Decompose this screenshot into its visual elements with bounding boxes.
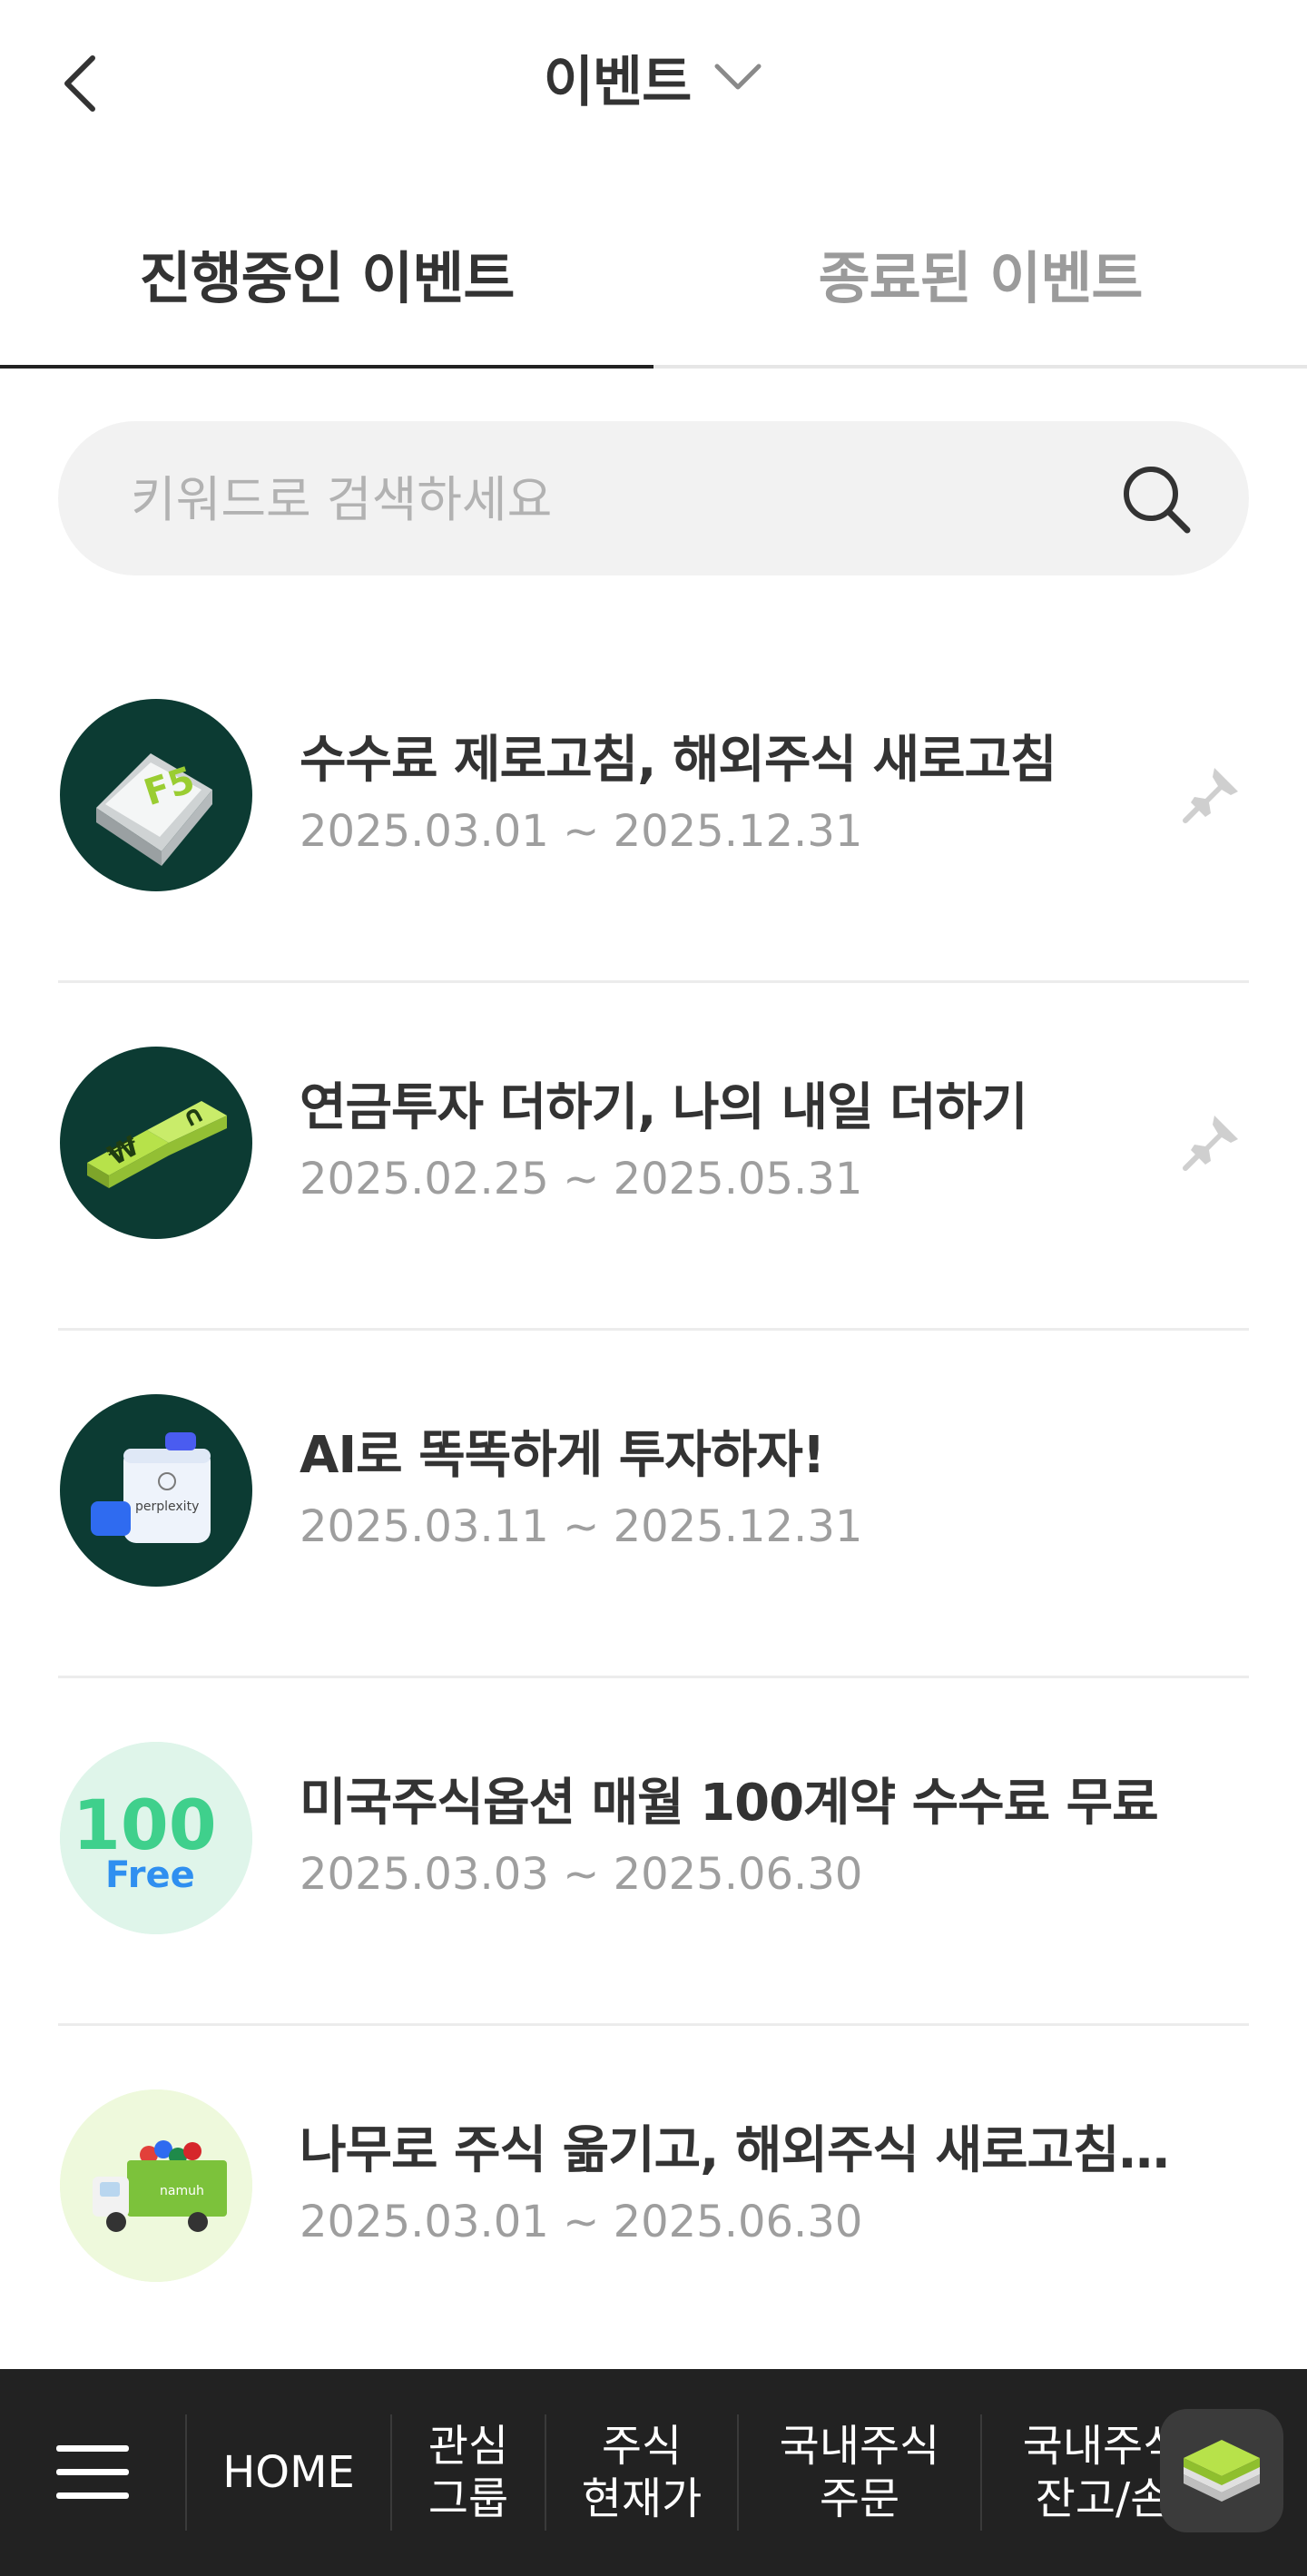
menu-button[interactable] [0, 2369, 185, 2576]
tab-ended-events[interactable]: 종료된 이벤트 [654, 182, 1307, 365]
nav-item-domestic-order[interactable]: 국내주식 주문 [739, 2369, 980, 2576]
event-thumbnail: ₩ ∩ [60, 1047, 252, 1239]
search-button[interactable] [1118, 461, 1194, 537]
event-title: 미국주식옵션 매월 100계약 수수료 무료 [300, 1774, 1159, 1833]
nav-item-watchlist[interactable]: 관심 그룹 [392, 2369, 545, 2576]
event-thumbnail: namuh [60, 2089, 252, 2282]
event-date: 2025.03.01 ~ 2025.06.30 [300, 2197, 863, 2247]
list-item[interactable]: ₩ ∩ 연금투자 더하기, 나의 내일 더하기 2025.02.25 ~ 202… [58, 983, 1249, 1331]
nav-item-home[interactable]: HOME [187, 2369, 390, 2576]
pin-icon [1183, 768, 1238, 823]
f5-key-icon: F5 [96, 753, 212, 866]
svg-text:100: 100 [73, 1785, 217, 1865]
event-title: AI로 똑똑하게 투자하자! [300, 1426, 825, 1485]
hamburger-icon [56, 2445, 129, 2499]
pin-button[interactable] [1180, 762, 1243, 826]
list-item[interactable]: perplexity AI로 똑똑하게 투자하자! 2025.03.11 ~ 2… [58, 1331, 1249, 1678]
svg-text:namuh: namuh [160, 2184, 204, 2198]
search-icon [1124, 467, 1191, 534]
event-title: 수수료 제로고침, 해외주식 새로고침 [300, 731, 1057, 790]
event-thumbnail: perplexity [60, 1394, 252, 1587]
search-input[interactable] [129, 421, 1113, 577]
title-caret[interactable] [712, 59, 763, 95]
event-date: 2025.03.03 ~ 2025.06.30 [300, 1849, 863, 1900]
svg-text:Free: Free [105, 1854, 195, 1896]
100-free-icon: 100 Free [60, 1742, 252, 1934]
event-list: F5 수수료 제로고침, 해외주식 새로고침 2025.03.01 ~ 2025… [0, 635, 1307, 2374]
event-date: 2025.03.01 ~ 2025.12.31 [300, 806, 863, 857]
header: 이벤트 [0, 0, 1307, 163]
event-title: 연금투자 더하기, 나의 내일 더하기 [300, 1078, 1028, 1137]
layers-button[interactable] [1160, 2409, 1283, 2532]
title-dropdown[interactable]: 이벤트 [0, 36, 1307, 118]
truck-icon: namuh [60, 2089, 252, 2282]
chevron-down-icon [714, 64, 762, 90]
list-item[interactable]: namuh 나무로 주식 옮기고, 해외주식 새로고침… 2025.03.01 … [58, 2026, 1249, 2374]
list-item[interactable]: 100 Free 미국주식옵션 매월 100계약 수수료 무료 2025.03.… [58, 1678, 1249, 2026]
event-tabs: 진행중인 이벤트 종료된 이벤트 [0, 182, 1307, 369]
list-item[interactable]: F5 수수료 제로고침, 해외주식 새로고침 2025.03.01 ~ 2025… [58, 635, 1249, 983]
pin-button[interactable] [1180, 1110, 1243, 1174]
search-bar [58, 421, 1249, 577]
perplexity-box-icon: perplexity [91, 1432, 211, 1543]
event-date: 2025.02.25 ~ 2025.05.31 [300, 1154, 863, 1204]
event-thumbnail: 100 Free [60, 1742, 252, 1934]
event-date: 2025.03.11 ~ 2025.12.31 [300, 1501, 863, 1552]
event-thumbnail: F5 [60, 699, 252, 891]
layers-icon [1184, 2440, 1260, 2502]
page-title: 이벤트 [543, 50, 693, 114]
nav-item-stock-price[interactable]: 주식 현재가 [546, 2369, 737, 2576]
tab-ongoing-events[interactable]: 진행중인 이벤트 [0, 182, 654, 369]
bottom-nav: HOME 관심 그룹 주식 현재가 국내주식 주문 국내주식 잔고/손 [0, 2369, 1307, 2576]
event-title: 나무로 주식 옮기고, 해외주식 새로고침… [300, 2121, 1170, 2180]
puzzle-icon: ₩ ∩ [87, 1097, 227, 1188]
pin-icon [1183, 1116, 1238, 1171]
svg-text:perplexity: perplexity [135, 1499, 199, 1514]
